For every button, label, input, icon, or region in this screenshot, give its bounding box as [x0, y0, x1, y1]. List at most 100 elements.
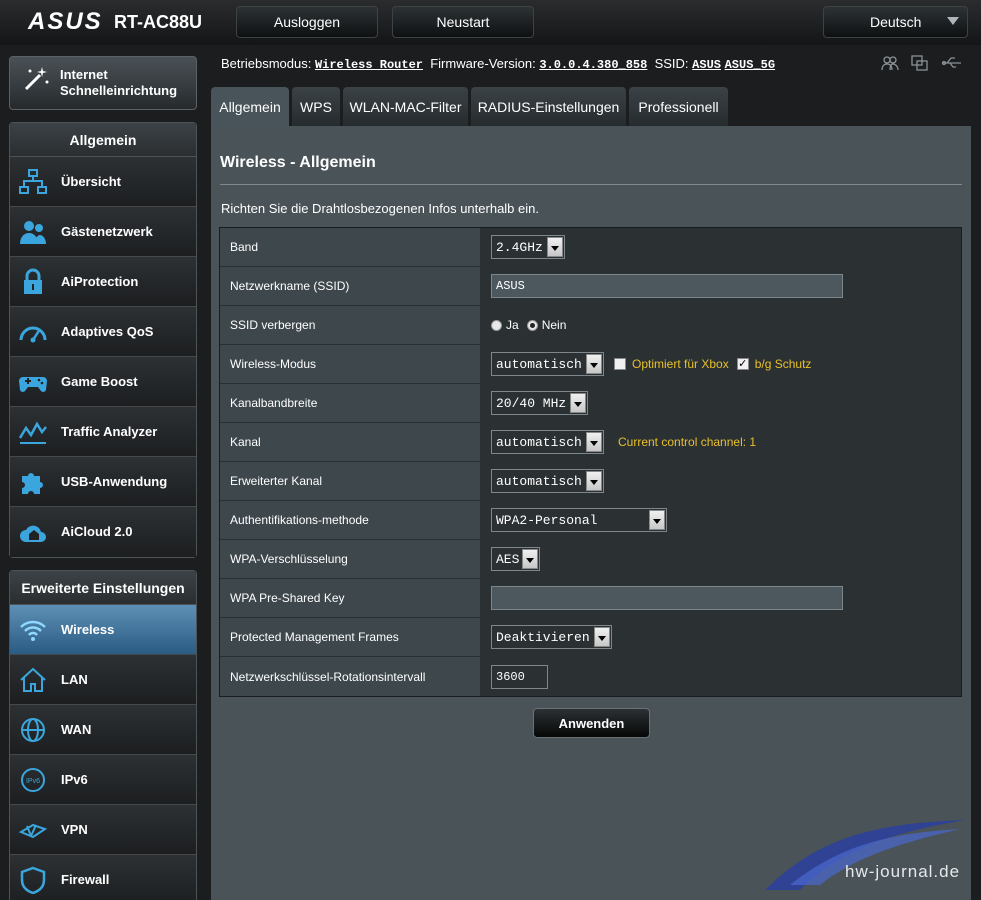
chevron-down-icon — [586, 471, 602, 491]
language-value: Deutsch — [870, 14, 922, 30]
band-select[interactable]: 2.4GHz — [491, 235, 565, 259]
apply-button[interactable]: Anwenden — [533, 708, 650, 738]
channel-value: automatisch — [496, 434, 582, 450]
sidebar-item-label: LAN — [61, 672, 88, 687]
tab-professional[interactable]: Professionell — [629, 87, 728, 126]
language-select[interactable]: Deutsch — [823, 6, 968, 38]
magic-wand-icon — [24, 67, 49, 91]
form-row-encryption: WPA-Verschlüsselung AES — [220, 540, 961, 579]
ssid-input[interactable]: ASUS — [491, 274, 843, 298]
tab-radius[interactable]: RADIUS-Einstellungen — [471, 87, 626, 126]
quick-setup-button[interactable]: Internet Schnelleinrichtung — [9, 56, 197, 110]
mode-link[interactable]: Wireless Router — [315, 58, 423, 72]
wifi-icon — [20, 620, 46, 641]
shield-icon — [20, 866, 46, 894]
page-title: Wireless - Allgemein — [220, 154, 376, 171]
sidebar-item-aicloud[interactable]: AiCloud 2.0 — [10, 507, 196, 557]
sidebar-item-label: Traffic Analyzer — [61, 424, 158, 439]
wireless-mode-select[interactable]: automatisch — [491, 352, 604, 376]
guest-network-icon — [20, 221, 46, 244]
firmware-label: Firmware-Version: — [430, 56, 536, 71]
sidebar-item-adaptive-qos[interactable]: Adaptives QoS — [10, 307, 196, 357]
auth-value: WPA2-Personal — [496, 512, 598, 528]
wireless-mode-value: automatisch — [496, 356, 582, 372]
bg-protection-checkbox[interactable]: ✓ — [736, 358, 749, 370]
sidebar-item-label: Übersicht — [61, 174, 121, 189]
xbox-checkbox[interactable] — [614, 358, 626, 370]
quick-setup-line1: Internet — [60, 67, 108, 82]
tab-wps[interactable]: WPS — [292, 87, 340, 126]
sidebar-item-guest-network[interactable]: Gästenetzwerk — [10, 207, 196, 257]
form-row-band: Band 2.4GHz — [220, 228, 961, 267]
ipv6-icon: IPv6 — [21, 768, 45, 792]
bandwidth-select[interactable]: 20/40 MHz — [491, 391, 588, 415]
sidebar-item-lan[interactable]: LAN — [10, 655, 196, 705]
sidebar-item-label: VPN — [61, 822, 88, 837]
band-label: Band — [220, 228, 481, 266]
general-menu: Allgemein Übersicht Gästenetzwerk AiProt… — [9, 122, 197, 558]
bandwidth-value: 20/40 MHz — [496, 395, 567, 411]
pmf-value: Deaktivieren — [496, 629, 590, 645]
sidebar-item-label: AiCloud 2.0 — [61, 524, 133, 539]
pmf-select[interactable]: Deaktivieren — [491, 625, 612, 649]
psk-label: WPA Pre-Shared Key — [220, 579, 481, 617]
form-row-psk: WPA Pre-Shared Key — [220, 579, 961, 618]
sidebar-item-label: USB-Anwendung — [61, 474, 168, 489]
chevron-down-icon — [586, 432, 602, 452]
chevron-down-icon — [586, 354, 602, 374]
encryption-value: AES — [496, 551, 520, 567]
encryption-select[interactable]: AES — [491, 547, 540, 571]
network-map-icon — [19, 169, 47, 194]
sidebar-item-usb-application[interactable]: USB-Anwendung — [10, 457, 196, 507]
tab-mac-filter[interactable]: WLAN-MAC-Filter — [343, 87, 468, 126]
tab-general[interactable]: Allgemein — [211, 87, 289, 126]
auth-select[interactable]: WPA2-Personal — [491, 508, 667, 532]
divider — [220, 184, 962, 185]
ext-channel-select[interactable]: automatisch — [491, 469, 604, 493]
hide-ssid-yes-radio[interactable] — [491, 319, 502, 331]
puzzle-icon — [22, 473, 43, 494]
sidebar-item-label: Wireless — [61, 622, 115, 637]
form-row-wireless-mode: Wireless-Modus automatisch Optimiert für… — [220, 345, 961, 384]
mode-label: Betriebsmodus: — [221, 56, 312, 71]
logout-button[interactable]: Ausloggen — [236, 6, 378, 38]
sidebar-item-wireless[interactable]: Wireless — [10, 605, 196, 655]
sidebar-item-label: Gästenetzwerk — [61, 224, 153, 239]
sidebar-item-label: WAN — [61, 722, 92, 737]
home-icon — [20, 667, 46, 692]
sidebar-item-ipv6[interactable]: IPv6 IPv6 — [10, 755, 196, 805]
hide-ssid-no-radio[interactable] — [526, 319, 538, 331]
psk-input[interactable] — [491, 586, 843, 610]
copy-icon[interactable] — [911, 55, 929, 71]
hide-ssid-no-label: Nein — [541, 318, 567, 332]
ssid-link-24[interactable]: ASUS — [692, 58, 721, 72]
form-row-rotation: Netzwerkschlüssel-Rotationsintervall 360… — [220, 657, 961, 696]
sidebar-item-firewall[interactable]: Firewall — [10, 855, 196, 900]
reboot-button[interactable]: Neustart — [392, 6, 534, 38]
ssid-link-5[interactable]: ASUS_5G — [725, 58, 775, 72]
sidebar-item-game-boost[interactable]: Game Boost — [10, 357, 196, 407]
hide-ssid-yes-label: Ja — [506, 318, 519, 332]
clients-icon[interactable] — [881, 55, 899, 71]
sidebar-item-wan[interactable]: WAN — [10, 705, 196, 755]
asus-logo: ASUS — [28, 8, 103, 35]
chevron-down-icon — [570, 393, 586, 413]
sidebar-item-label: Game Boost — [61, 374, 138, 389]
rotation-input[interactable]: 3600 — [491, 664, 548, 689]
usb-icon[interactable] — [941, 55, 963, 71]
watermark-text: hw-journal.de — [845, 862, 961, 881]
top-bar: ASUS RT-AC88U Ausloggen Neustart Deutsch — [0, 0, 981, 45]
traffic-chart-icon — [18, 421, 47, 444]
channel-select[interactable]: automatisch — [491, 430, 604, 454]
sidebar-item-aiprotection[interactable]: AiProtection — [10, 257, 196, 307]
settings-form: Band 2.4GHz Netzwerkname (SSID) ASUS SSI… — [219, 227, 962, 697]
form-row-ext-channel: Erweiterter Kanal automatisch — [220, 462, 961, 501]
cloud-home-icon — [20, 525, 46, 542]
sidebar-item-overview[interactable]: Übersicht — [10, 157, 196, 207]
sidebar-item-traffic-analyzer[interactable]: Traffic Analyzer — [10, 407, 196, 457]
sidebar-item-vpn[interactable]: VPN — [10, 805, 196, 855]
firmware-link[interactable]: 3.0.0.4.380_858 — [539, 58, 647, 72]
gamepad-icon — [19, 377, 47, 392]
vpn-icon — [18, 823, 48, 839]
band-value: 2.4GHz — [496, 239, 543, 255]
